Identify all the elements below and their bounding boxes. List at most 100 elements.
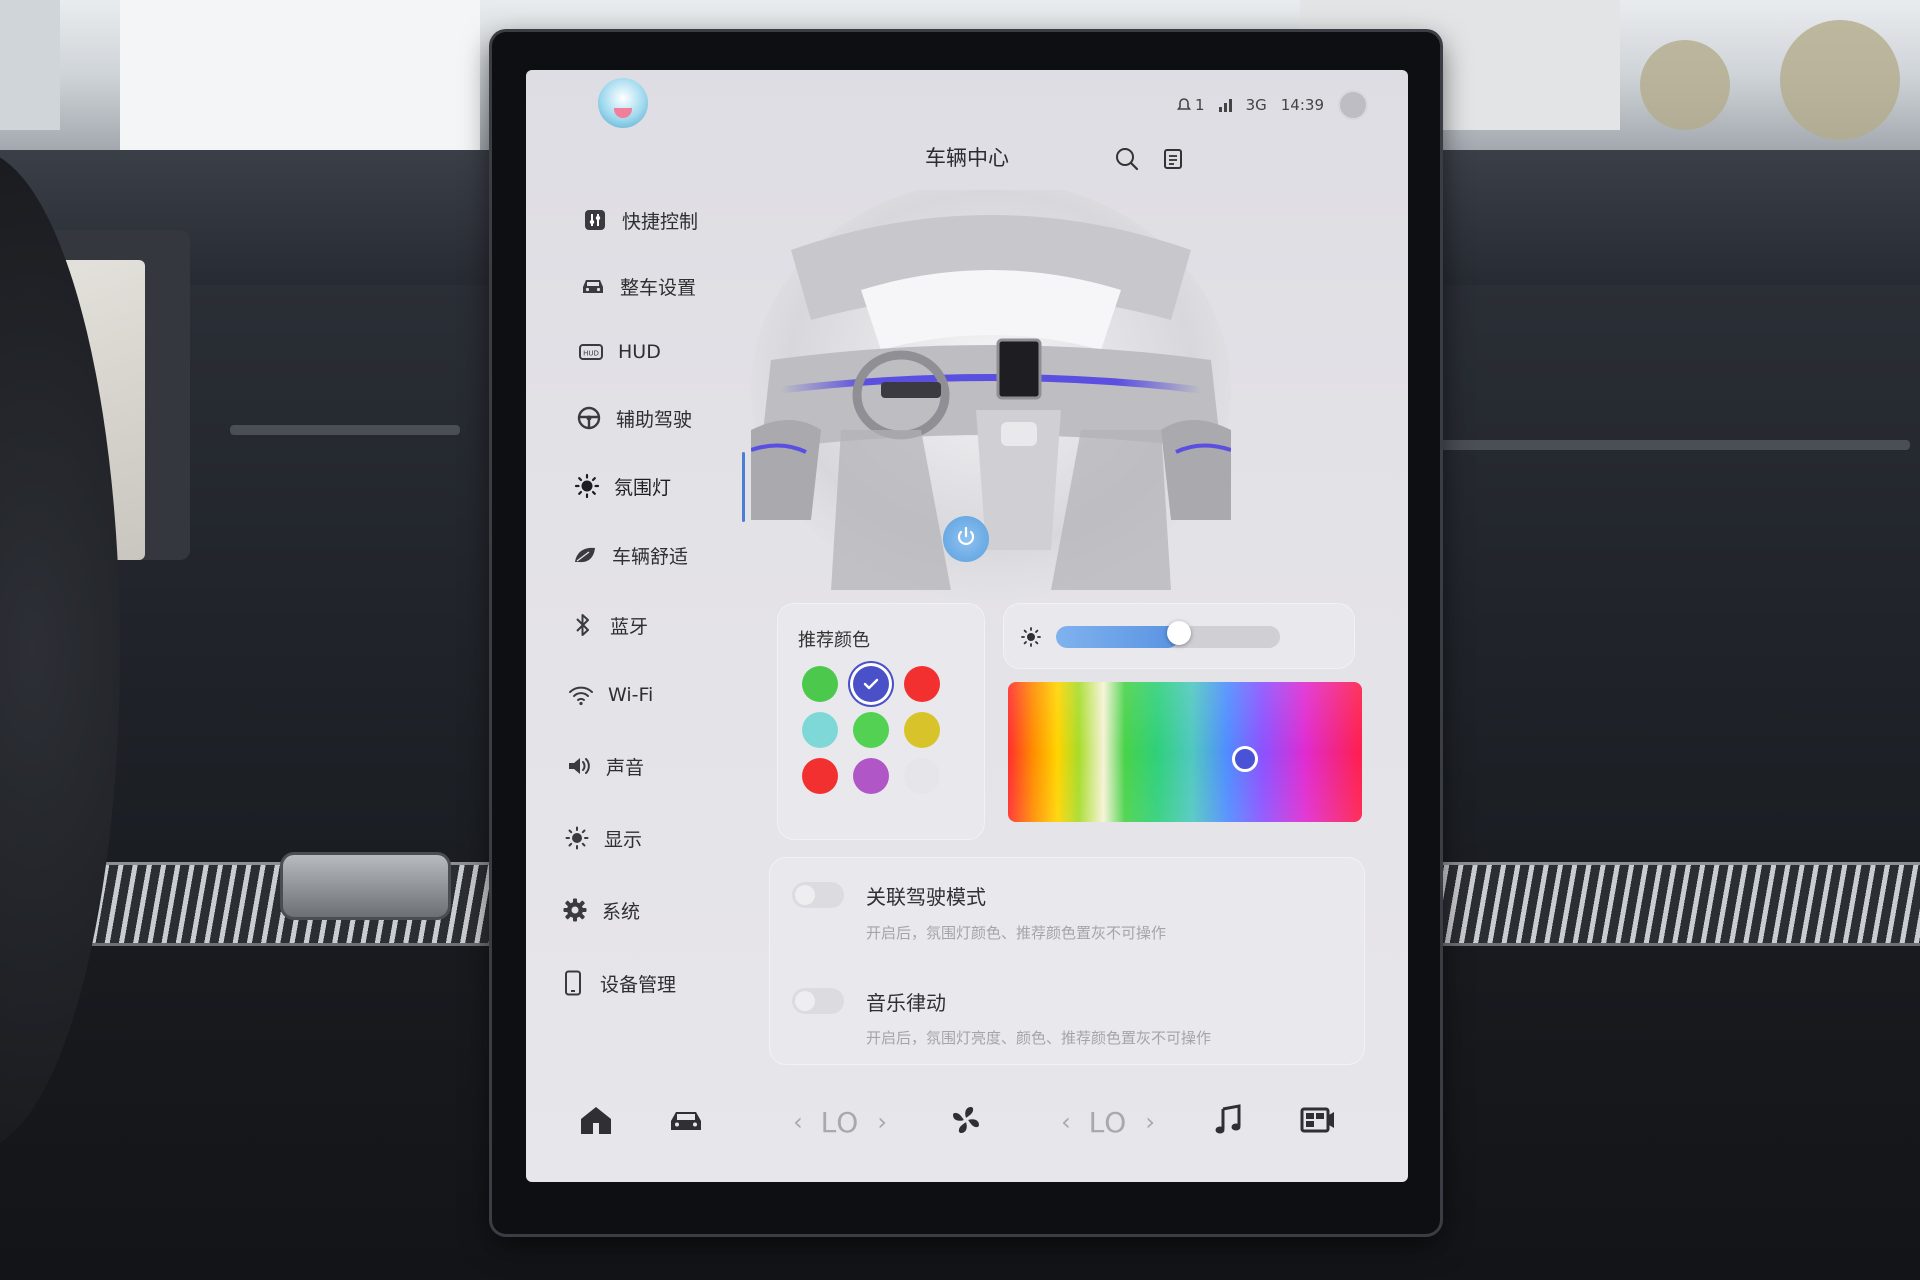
svg-text:HUD: HUD xyxy=(583,350,599,358)
media-button[interactable] xyxy=(1298,1100,1338,1144)
chevron-right-icon[interactable]: › xyxy=(1145,1108,1155,1136)
brightness-icon xyxy=(1020,626,1042,652)
sidebar-item-vehicle-settings[interactable]: 整车设置 xyxy=(580,266,696,306)
car-icon xyxy=(668,1107,704,1137)
sidebar-item-sound[interactable]: 声音 xyxy=(566,746,644,786)
home-icon xyxy=(578,1104,614,1140)
alert-icon: 1 xyxy=(1176,96,1205,114)
sidebar-item-system[interactable]: 系统 xyxy=(562,890,640,930)
leaf-icon xyxy=(572,542,598,568)
music-rhythm-desc: 开启后，氛围灯亮度、颜色、推荐颜色置灰不可操作 xyxy=(866,1029,1212,1047)
vehicle-button[interactable] xyxy=(666,1100,706,1144)
bluetooth-icon xyxy=(570,612,596,638)
speaker-icon xyxy=(566,753,592,779)
drive-mode-link-desc: 开启后，氛围灯颜色、推荐颜色置灰不可操作 xyxy=(866,924,1167,942)
alert-count: 1 xyxy=(1195,96,1205,114)
chevron-left-icon[interactable]: ‹ xyxy=(793,1108,803,1136)
gear-icon xyxy=(562,897,588,923)
drive-mode-link-toggle[interactable] xyxy=(792,882,844,908)
music-icon xyxy=(1213,1104,1243,1140)
brightness-icon xyxy=(564,825,590,851)
sidebar-item-label: HUD xyxy=(618,341,661,363)
air-vent xyxy=(1430,440,1910,450)
ambient-light-icon xyxy=(574,473,600,499)
power-toggle-button[interactable] xyxy=(943,516,989,562)
chevron-right-icon[interactable]: › xyxy=(877,1108,887,1136)
music-rhythm-toggle[interactable] xyxy=(792,988,844,1014)
sidebar-item-label: 蓝牙 xyxy=(610,615,649,638)
color-swatch-selected[interactable] xyxy=(853,666,889,702)
sidebar-item-device-management[interactable]: 设备管理 xyxy=(560,963,676,1003)
tree xyxy=(1640,40,1730,130)
engine-start-button xyxy=(280,852,451,920)
active-nav-indicator xyxy=(742,452,745,522)
dashboard-trim xyxy=(1430,862,1920,946)
signal-icon xyxy=(1218,98,1232,112)
color-swatch[interactable] xyxy=(802,712,838,748)
sidebar-item-label: 声音 xyxy=(606,756,645,779)
search-icon[interactable] xyxy=(1114,146,1140,172)
color-swatch[interactable] xyxy=(853,712,889,748)
drive-mode-link-title: 关联驾驶模式 xyxy=(866,885,986,909)
chevron-left-icon[interactable]: ‹ xyxy=(1061,1108,1071,1136)
sidebar-item-label: 车辆舒适 xyxy=(612,545,689,568)
left-temperature-control: ‹ LO › xyxy=(780,1100,900,1144)
left-temperature-value: LO xyxy=(820,1105,860,1139)
home-button[interactable] xyxy=(576,1100,616,1144)
tree xyxy=(1780,20,1900,140)
network-type: 3G xyxy=(1245,96,1267,114)
right-temperature-value: LO xyxy=(1088,1105,1128,1139)
sidebar-item-label: 设备管理 xyxy=(600,973,677,996)
brightness-slider-fill xyxy=(1056,626,1180,648)
user-avatar[interactable] xyxy=(1338,90,1368,120)
color-spectrum-picker[interactable] xyxy=(1008,682,1362,822)
color-swatch[interactable] xyxy=(904,666,940,702)
air-vent xyxy=(230,425,460,435)
sidebar-item-ambient-light[interactable]: 氛围灯 xyxy=(574,466,671,506)
sidebar-item-label: 氛围灯 xyxy=(614,476,672,499)
clock: 14:39 xyxy=(1280,96,1324,114)
sidebar-item-label: Wi-Fi xyxy=(608,684,654,706)
color-swatch-grid xyxy=(802,666,962,826)
sidebar-item-display[interactable]: 显示 xyxy=(564,818,642,858)
wifi-icon xyxy=(568,682,594,708)
building xyxy=(0,0,60,130)
color-swatch[interactable] xyxy=(802,666,838,702)
color-swatch[interactable] xyxy=(853,758,889,794)
assistant-avatar-icon[interactable] xyxy=(598,78,648,128)
sidebar-item-comfort[interactable]: 车辆舒适 xyxy=(572,535,688,575)
brightness-slider-handle[interactable] xyxy=(1167,621,1192,645)
color-swatch[interactable] xyxy=(904,758,940,794)
sidebar-item-label: 显示 xyxy=(604,828,643,851)
sidebar-item-label: 辅助驾驶 xyxy=(616,408,693,431)
sidebar-item-bluetooth[interactable]: 蓝牙 xyxy=(570,605,648,645)
building xyxy=(120,0,480,150)
music-button[interactable] xyxy=(1208,1100,1248,1144)
music-rhythm-title: 音乐律动 xyxy=(866,991,946,1015)
power-icon xyxy=(954,525,978,553)
car-icon xyxy=(580,273,606,299)
sidebar-item-label: 系统 xyxy=(602,900,641,923)
media-icon xyxy=(1300,1106,1336,1138)
sidebar-item-label: 整车设置 xyxy=(620,276,697,299)
steering-wheel-icon xyxy=(576,405,602,431)
spectrum-selection-handle[interactable] xyxy=(1232,746,1259,772)
hud-icon: HUD xyxy=(578,339,604,365)
sidebar-item-quick-control[interactable]: 快捷控制 xyxy=(582,200,698,240)
sidebar-item-wifi[interactable]: Wi-Fi xyxy=(568,675,653,715)
notes-icon[interactable] xyxy=(1160,146,1186,172)
right-temperature-control: ‹ LO › xyxy=(1048,1100,1168,1144)
phone-icon xyxy=(560,970,586,996)
status-bar: 1 3G 14:39 xyxy=(1176,90,1368,120)
page-title: 车辆中心 xyxy=(925,146,1009,170)
car-interior-render xyxy=(751,190,1231,600)
sidebar-item-driver-assist[interactable]: 辅助驾驶 xyxy=(576,398,692,438)
recommended-colors-title: 推荐颜色 xyxy=(798,630,870,651)
sidebar-item-label: 快捷控制 xyxy=(622,210,699,233)
fan-button[interactable] xyxy=(946,1100,986,1144)
sidebar-item-hud[interactable]: HUD HUD xyxy=(578,332,661,372)
color-swatch[interactable] xyxy=(904,712,940,748)
fan-icon xyxy=(950,1104,982,1140)
color-swatch[interactable] xyxy=(802,758,838,794)
checkmark-icon xyxy=(863,678,879,690)
